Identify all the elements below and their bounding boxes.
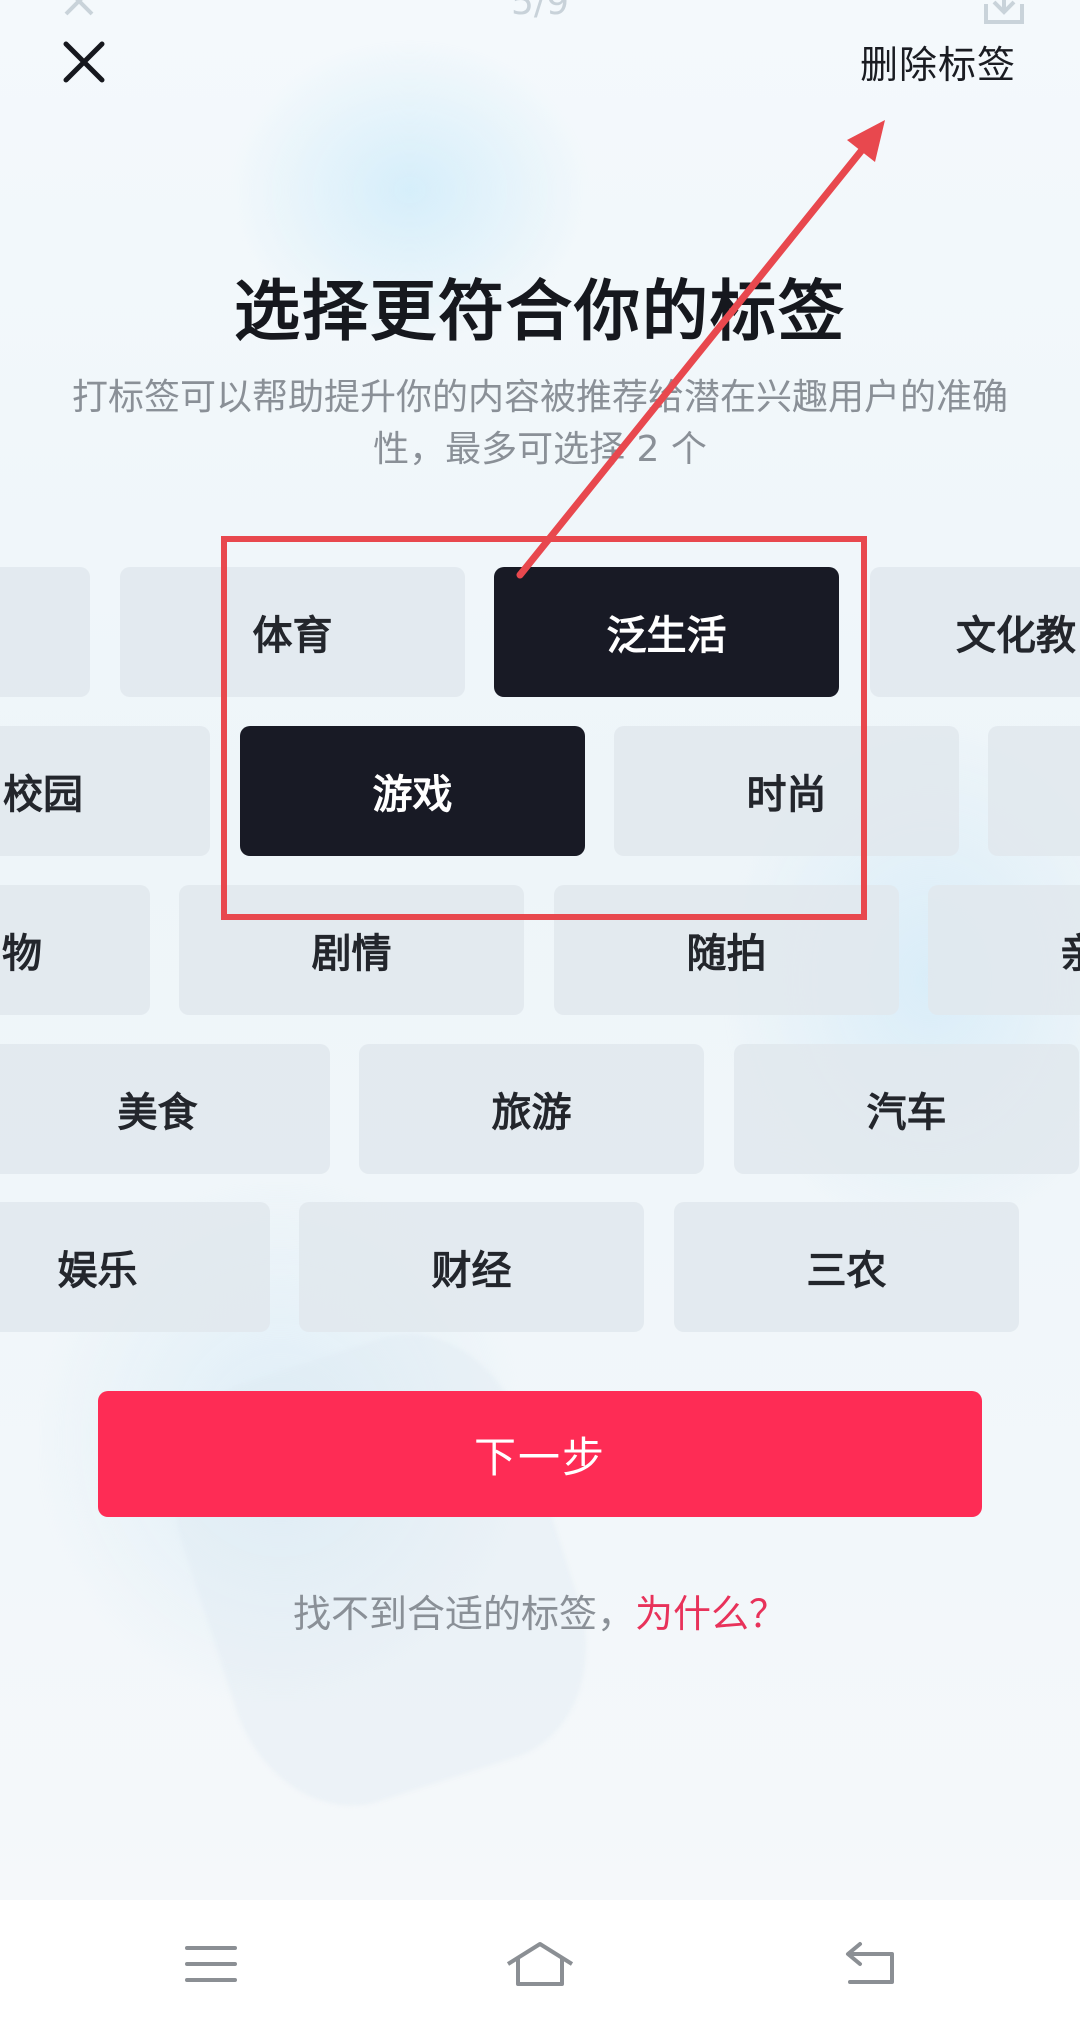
delete-tag-button[interactable]: 删除标签 bbox=[860, 34, 1016, 89]
tag-item[interactable]: 物 bbox=[0, 885, 150, 1015]
tag-item[interactable] bbox=[0, 567, 90, 697]
tag-item[interactable]: 随拍 bbox=[554, 885, 899, 1015]
ghost-close-icon bbox=[64, 0, 94, 16]
tag-item[interactable]: 旅游 bbox=[359, 1044, 704, 1174]
why-link[interactable]: 为什么？ bbox=[635, 1592, 787, 1636]
tag-item-selected[interactable]: 游戏 bbox=[240, 726, 585, 856]
tag-item[interactable]: 汽车 bbox=[734, 1044, 1079, 1174]
tag-item-selected[interactable]: 泛生活 bbox=[494, 567, 839, 697]
hint-text: 找不到合适的标签，为什么？ bbox=[0, 1583, 1080, 1638]
system-nav-bar bbox=[0, 1900, 1080, 2026]
download-icon bbox=[984, 0, 1024, 24]
tag-item[interactable]: 娱乐 bbox=[0, 1202, 270, 1332]
menu-icon[interactable] bbox=[181, 1940, 241, 1988]
back-icon[interactable] bbox=[840, 1940, 900, 1988]
tag-item[interactable]: 体育 bbox=[120, 567, 465, 697]
tag-item[interactable]: 剧情 bbox=[179, 885, 524, 1015]
page-indicator: 5/9 bbox=[511, 0, 569, 23]
tag-item[interactable] bbox=[988, 726, 1080, 856]
close-button[interactable] bbox=[56, 34, 112, 90]
background-decoration bbox=[140, 1305, 620, 1835]
tag-item[interactable]: 校园 bbox=[0, 726, 210, 856]
page-title: 选择更符合你的标签 bbox=[234, 273, 846, 350]
tag-item[interactable]: 财经 bbox=[299, 1202, 644, 1332]
next-step-button[interactable]: 下一步 bbox=[98, 1391, 982, 1517]
tag-item[interactable]: 时尚 bbox=[614, 726, 959, 856]
screen: 5/9 删除标签 选择更符合你的标签 打标签可以帮助提升你的内容被推荐给潜在兴趣… bbox=[0, 0, 1080, 2026]
page-subtitle: 打标签可以帮助提升你的内容被推荐给潜在兴趣用户的准确性，最多可选择 2 个 bbox=[71, 377, 1008, 470]
tag-item[interactable]: 美食 bbox=[0, 1044, 330, 1174]
tag-item[interactable]: 三农 bbox=[674, 1202, 1019, 1332]
close-icon bbox=[63, 41, 105, 83]
hint-label: 找不到合适的标签， bbox=[292, 1592, 635, 1636]
tag-item[interactable]: 文化教 bbox=[870, 567, 1080, 697]
tag-item[interactable]: 亲 bbox=[928, 885, 1080, 1015]
home-icon[interactable] bbox=[504, 1940, 576, 1988]
